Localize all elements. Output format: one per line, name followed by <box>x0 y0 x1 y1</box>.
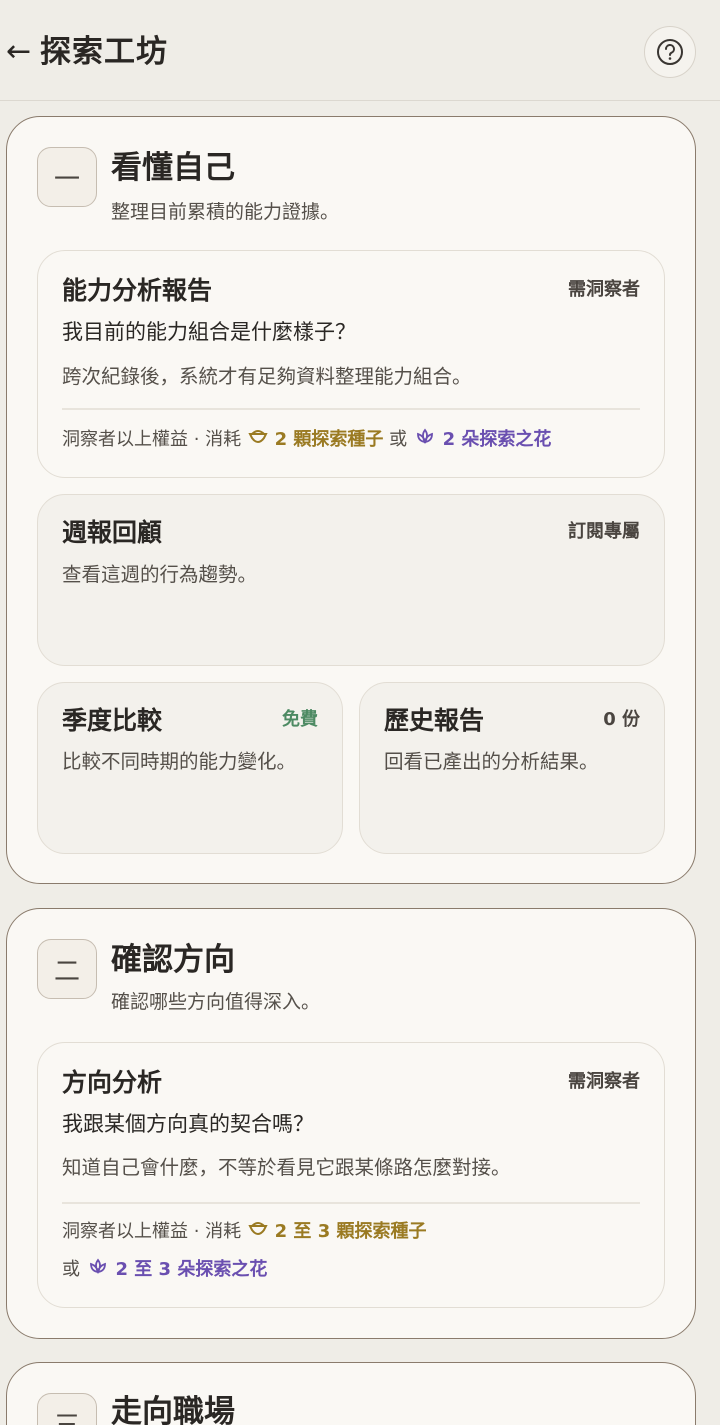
card-badge: 需洞察者 <box>568 1071 640 1092</box>
card-title: 歷史報告 <box>384 706 485 735</box>
card-cost-alt: 或 2 至 3 朵探索之花 <box>62 1256 267 1284</box>
card-description: 跨次紀錄後，系統才有足夠資料整理能力組合。 <box>62 365 472 388</box>
card-title: 季度比較 <box>62 706 163 735</box>
section-toward-workplace: 三 走向職場 <box>6 1362 696 1425</box>
card-ability-report[interactable]: 能力分析報告 需洞察者 我目前的能力組合是什麼樣子？ 跨次紀錄後，系統才有足夠資… <box>37 250 665 478</box>
card-divider <box>62 1202 640 1204</box>
section-subtitle: 確認哪些方向值得深入。 <box>111 991 321 1013</box>
back-arrow-icon[interactable]: ← <box>6 32 31 72</box>
top-bar: ← 探索工坊 <box>0 0 720 101</box>
section-number-icon: 二 <box>37 939 97 999</box>
section-number-icon: 一 <box>37 147 97 207</box>
card-description: 比較不同時期的能力變化。 <box>62 750 297 773</box>
card-badge: 訂閱專屬 <box>568 521 640 542</box>
card-history-report[interactable]: 歷史報告 0 份 回看已產出的分析結果。 <box>359 682 665 854</box>
section-confirm-direction: 二 確認方向 確認哪些方向值得深入。 方向分析 需洞察者 我跟某個方向真的契合嗎… <box>6 908 696 1339</box>
cost-prefix: 洞察者以上權益 · 消耗 <box>62 429 242 450</box>
card-title: 能力分析報告 <box>62 276 213 305</box>
section-title: 確認方向 <box>111 942 235 978</box>
section-subtitle: 整理目前累積的能力證據。 <box>111 201 340 223</box>
seed-cost: 2 顆探索種子 <box>274 429 384 450</box>
section-number-icon: 三 <box>37 1393 97 1425</box>
card-quarterly-compare[interactable]: 季度比較 免費 比較不同時期的能力變化。 <box>37 682 343 854</box>
cost-or: 或 <box>62 1259 80 1280</box>
acorn-seed-icon <box>248 430 268 443</box>
question-circle-icon <box>657 39 683 65</box>
section-title: 走向職場 <box>111 1394 235 1425</box>
card-direction-analysis[interactable]: 方向分析 需洞察者 我跟某個方向真的契合嗎？ 知道自己會什麼，不等於看見它跟某條… <box>37 1042 665 1308</box>
section-title: 看懂自己 <box>111 150 235 186</box>
help-button[interactable] <box>644 26 696 78</box>
card-weekly-review[interactable]: 週報回顧 訂閱專屬 查看這週的行為趨勢。 <box>37 494 665 666</box>
cost-or: 或 <box>389 429 408 450</box>
card-description: 知道自己會什麼，不等於看見它跟某條路怎麼對接。 <box>62 1156 511 1179</box>
card-title: 週報回顧 <box>62 518 163 547</box>
flower-cost: 2 朵探索之花 <box>442 429 552 450</box>
page-title: 探索工坊 <box>40 34 168 70</box>
lotus-flower-icon <box>89 1258 106 1274</box>
section-understand-self: 一 看懂自己 整理目前累積的能力證據。 能力分析報告 需洞察者 我目前的能力組合… <box>6 116 696 884</box>
seed-cost: 2 至 3 顆探索種子 <box>274 1221 427 1242</box>
card-description: 查看這週的行為趨勢。 <box>62 563 258 586</box>
card-cost: 洞察者以上權益 · 消耗 2 顆探索種子 或 2 朵探索之花 <box>62 426 551 454</box>
cost-prefix: 洞察者以上權益 · 消耗 <box>62 1221 242 1242</box>
card-question: 我目前的能力組合是什麼樣子？ <box>62 320 356 344</box>
acorn-seed-icon <box>248 1222 268 1235</box>
lotus-flower-icon <box>417 428 433 444</box>
flower-cost: 2 至 3 朵探索之花 <box>115 1259 268 1280</box>
card-divider <box>62 408 640 410</box>
card-question: 我跟某個方向真的契合嗎？ <box>62 1112 314 1136</box>
card-badge: 需洞察者 <box>568 279 640 300</box>
card-cost: 洞察者以上權益 · 消耗 2 至 3 顆探索種子 <box>62 1218 427 1246</box>
card-title: 方向分析 <box>62 1068 163 1097</box>
card-description: 回看已產出的分析結果。 <box>384 750 599 773</box>
card-badge: 0 份 <box>603 709 640 730</box>
card-badge: 免費 <box>282 709 318 730</box>
